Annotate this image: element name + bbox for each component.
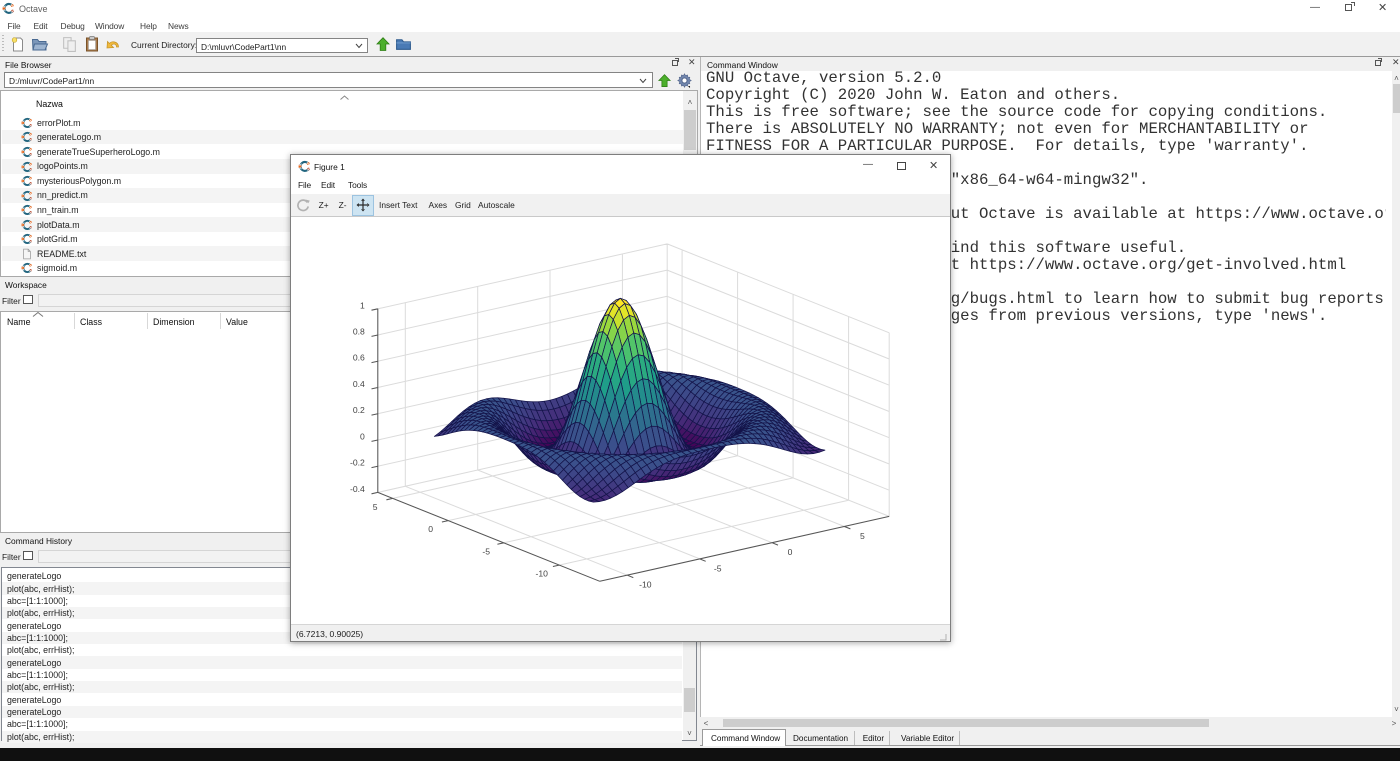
svg-text:-5: -5 — [714, 563, 722, 573]
svg-text:5: 5 — [860, 531, 865, 541]
svg-text:-5: -5 — [482, 546, 490, 556]
svg-text:0.4: 0.4 — [353, 379, 365, 389]
svg-text:-10: -10 — [535, 569, 548, 579]
svg-text:0: 0 — [788, 547, 793, 557]
svg-text:-10: -10 — [639, 580, 652, 590]
svg-text:5: 5 — [373, 502, 378, 512]
svg-text:1: 1 — [360, 300, 365, 310]
svg-text:0.2: 0.2 — [353, 405, 365, 415]
svg-text:0.6: 0.6 — [353, 353, 365, 363]
svg-text:0.8: 0.8 — [353, 327, 365, 337]
svg-text:-0.2: -0.2 — [350, 458, 365, 468]
svg-text:0: 0 — [428, 524, 433, 534]
svg-text:-0.4: -0.4 — [350, 484, 365, 494]
svg-text:0: 0 — [360, 432, 365, 442]
